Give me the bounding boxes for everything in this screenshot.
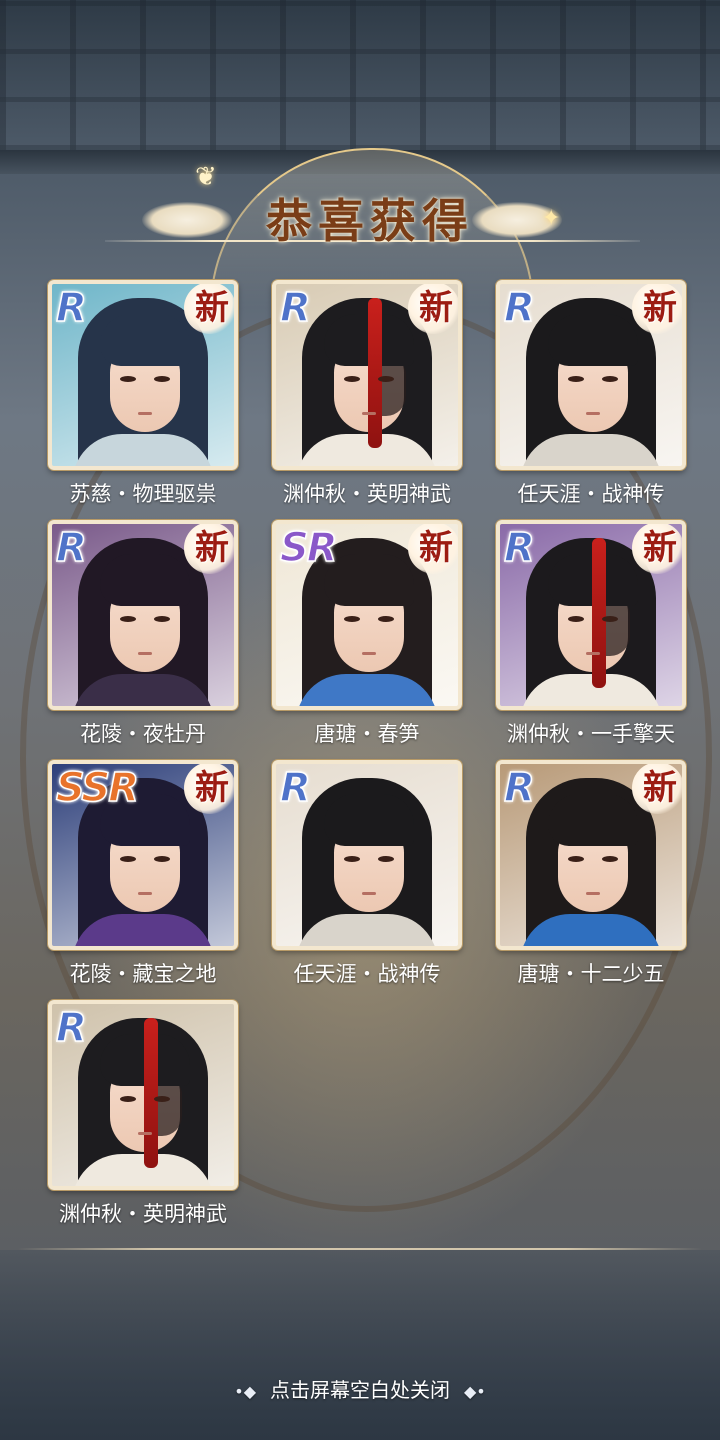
reward-item[interactable]: R 新渊仲秋・一手擎天 [496, 520, 686, 750]
new-badge: 新 [632, 284, 682, 334]
new-badge: 新 [408, 284, 458, 334]
background-lattice [0, 0, 720, 150]
character-name: 任天涯・战神传 [293, 962, 441, 986]
new-badge: 新 [184, 284, 234, 334]
rarity-badge: SSR [55, 765, 140, 811]
new-badge-label: 新 [195, 528, 229, 568]
bottom-divider [18, 1248, 702, 1250]
ornament-left-icon: •◆ [234, 1382, 256, 1401]
character-card[interactable]: SR 新 [272, 520, 462, 710]
rarity-badge: R [503, 765, 535, 811]
character-name: 渊仲秋・一手擎天 [507, 722, 675, 746]
reward-item[interactable]: R 任天涯・战神传 [272, 760, 462, 990]
close-hint-text: 点击屏幕空白处关闭 [270, 1378, 450, 1402]
character-name: 任天涯・战神传 [517, 482, 665, 506]
butterfly-icon: ❦ [195, 162, 217, 192]
reward-item[interactable]: R 渊仲秋・英明神武 [48, 1000, 238, 1230]
reward-item[interactable]: R 新花陵・夜牡丹 [48, 520, 238, 750]
rarity-badge: R [55, 285, 87, 331]
character-name: 花陵・夜牡丹 [80, 722, 206, 746]
character-name: 唐瑭・十二少五 [517, 962, 665, 986]
character-card[interactable]: R新 [48, 520, 238, 710]
reward-item[interactable]: R 新唐瑭・十二少五 [496, 760, 686, 990]
new-badge-label: 新 [643, 528, 677, 568]
rarity-badge: R [279, 285, 311, 331]
close-hint[interactable]: •◆ 点击屏幕空白处关闭 ◆• [0, 1374, 720, 1410]
character-name: 苏慈・物理驱祟 [69, 482, 217, 506]
reward-header: ❦ ✦ 恭喜获得 [100, 140, 640, 310]
new-badge-label: 新 [643, 768, 677, 808]
new-badge-label: 新 [419, 528, 453, 568]
new-badge-label: 新 [419, 288, 453, 328]
character-name: 唐瑭・春笋 [314, 722, 420, 746]
character-card[interactable]: SSR 新 [48, 760, 238, 950]
character-card[interactable]: R [272, 760, 462, 950]
reward-popup-screen[interactable]: ❦ ✦ 恭喜获得 R 新苏慈・物理驱祟 R 新渊仲秋・英明神武 R 新任天涯・战神传 R 新花… [0, 0, 720, 1440]
rarity-badge: R [55, 1005, 87, 1051]
page-title: 恭喜获得 [266, 194, 474, 248]
ornament-right-icon: ◆• [464, 1382, 486, 1401]
reward-item[interactable]: SSR 新花陵・藏宝之地 [48, 760, 238, 990]
character-card[interactable]: R新 [496, 760, 686, 950]
new-badge: 新 [184, 764, 234, 814]
rarity-badge: R [503, 525, 535, 571]
reward-item[interactable]: R 新任天涯・战神传 [496, 280, 686, 510]
rarity-badge: R [503, 285, 535, 331]
new-badge: 新 [184, 524, 234, 574]
character-card[interactable]: R新 [496, 280, 686, 470]
new-badge-label: 新 [195, 288, 229, 328]
new-badge: 新 [632, 764, 682, 814]
character-card[interactable]: R [48, 1000, 238, 1190]
rarity-badge: SR [279, 525, 338, 571]
character-card[interactable]: R新 [48, 280, 238, 470]
cloud-ornament-left [142, 202, 232, 238]
character-name: 花陵・藏宝之地 [69, 962, 217, 986]
new-badge-label: 新 [195, 768, 229, 808]
reward-item[interactable]: R 新渊仲秋・英明神武 [272, 280, 462, 510]
new-badge: 新 [408, 524, 458, 574]
rarity-badge: R [55, 525, 87, 571]
rarity-badge: R [279, 765, 311, 811]
new-badge-label: 新 [643, 288, 677, 328]
background-floor [0, 1250, 720, 1440]
reward-item[interactable]: SR 新唐瑭・春笋 [272, 520, 462, 750]
sparkle-icon: ✦ [542, 206, 561, 231]
reward-item[interactable]: R 新苏慈・物理驱祟 [48, 280, 238, 510]
character-card[interactable]: R新 [496, 520, 686, 710]
character-name: 渊仲秋・英明神武 [283, 482, 451, 506]
character-name: 渊仲秋・英明神武 [59, 1202, 227, 1226]
character-card[interactable]: R新 [272, 280, 462, 470]
new-badge: 新 [632, 524, 682, 574]
